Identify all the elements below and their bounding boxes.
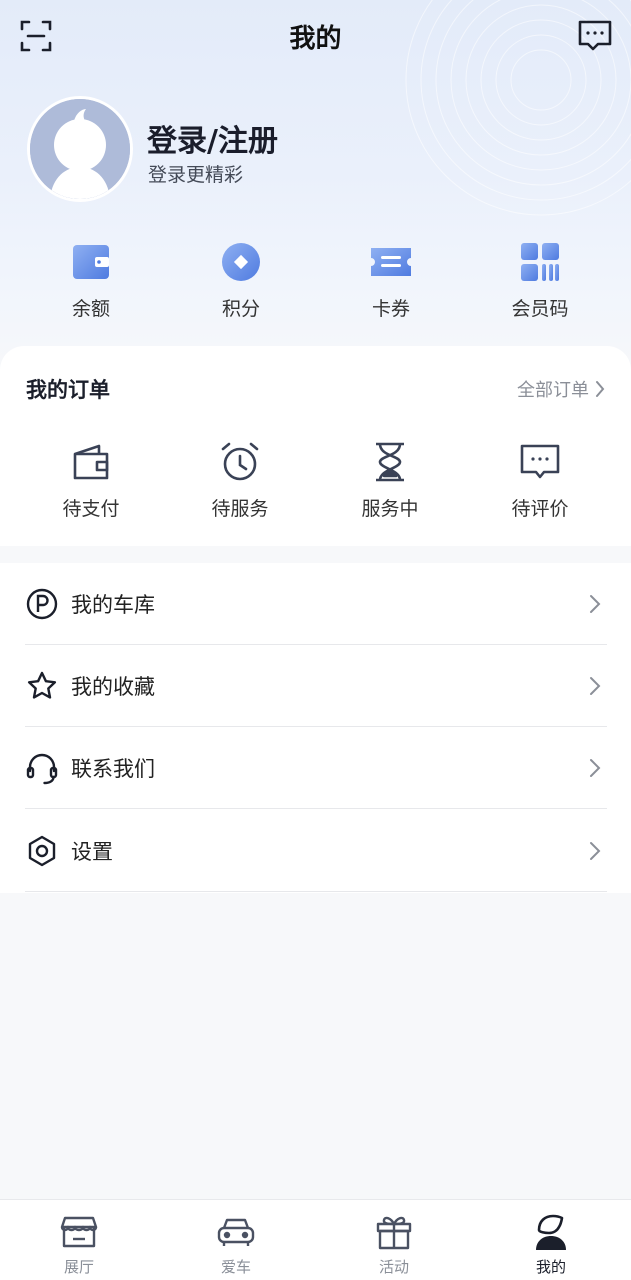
asset-label: 会员码 (511, 298, 569, 320)
chevron-right-icon (590, 676, 601, 695)
bottom-tab-bar: 展厅 爱车 活动 我的 (0, 1199, 631, 1280)
wallet-icon (69, 240, 113, 284)
wallet-outline-icon (69, 440, 113, 484)
login-register-link[interactable]: 登录/注册 (147, 116, 278, 160)
tab-label: 爱车 (220, 1258, 251, 1276)
comment-icon (518, 440, 562, 484)
menu-item-contact[interactable]: 联系我们 (25, 727, 607, 809)
order-pending-service[interactable]: 待服务 (175, 440, 305, 521)
chevron-right-icon (590, 841, 601, 860)
tab-mine[interactable]: 我的 (501, 1212, 601, 1277)
order-pending-review[interactable]: 待评价 (475, 440, 605, 521)
order-label: 待评价 (511, 498, 569, 520)
menu-item-favorites[interactable]: 我的收藏 (25, 645, 607, 727)
points-coin-icon (219, 240, 263, 284)
tab-label: 展厅 (63, 1258, 94, 1276)
star-icon (25, 669, 59, 703)
alarm-clock-icon (218, 440, 262, 484)
menu-item-label: 联系我们 (71, 756, 155, 781)
chevron-right-icon (596, 381, 605, 397)
hexagon-settings-icon (25, 834, 59, 868)
order-pending-payment[interactable]: 待支付 (26, 440, 156, 521)
avatar-placeholder-icon[interactable] (27, 96, 133, 202)
order-label: 待服务 (211, 498, 269, 520)
gift-icon (374, 1212, 414, 1252)
all-orders-label: 全部订单 (517, 380, 589, 401)
asset-label: 卡券 (371, 298, 410, 320)
asset-label: 积分 (221, 298, 260, 320)
chevron-right-icon (590, 758, 601, 777)
all-orders-link[interactable]: 全部订单 (517, 376, 605, 402)
tab-my-car[interactable]: 爱车 (186, 1212, 286, 1277)
asset-points[interactable]: 积分 (181, 240, 301, 321)
login-subtitle: 登录更精彩 (148, 164, 244, 186)
order-label: 服务中 (361, 498, 419, 520)
order-label: 待支付 (62, 498, 120, 520)
showroom-icon (59, 1212, 99, 1252)
menu-item-label: 我的车库 (71, 592, 155, 617)
asset-coupons[interactable]: 卡券 (331, 240, 451, 321)
menu-item-label: 我的收藏 (71, 674, 155, 699)
car-icon (216, 1212, 256, 1252)
top-bar: 我的 (0, 0, 631, 72)
parking-icon (25, 587, 59, 621)
orders-card: 我的订单 全部订单 待支付 待服务 服务中 待评价 (0, 346, 631, 546)
tab-activities[interactable]: 活动 (344, 1212, 444, 1277)
headset-icon (25, 751, 59, 785)
menu-list: 我的车库 我的收藏 联系我们 设置 (0, 563, 631, 893)
tab-showroom[interactable]: 展厅 (29, 1212, 129, 1277)
page-title: 我的 (289, 24, 342, 54)
asset-balance[interactable]: 余额 (31, 240, 151, 321)
coupon-icon (369, 240, 413, 284)
chevron-right-icon (590, 594, 601, 613)
tab-label: 我的 (535, 1258, 566, 1276)
asset-member-code[interactable]: 会员码 (480, 240, 600, 321)
member-code-icon (518, 240, 562, 284)
orders-title: 我的订单 (26, 378, 110, 402)
menu-item-garage[interactable]: 我的车库 (25, 563, 607, 645)
order-in-service[interactable]: 服务中 (325, 440, 455, 521)
menu-item-label: 设置 (71, 839, 113, 864)
asset-label: 余额 (71, 298, 110, 320)
profile-icon (531, 1212, 571, 1252)
message-icon[interactable] (576, 18, 614, 54)
hourglass-icon (368, 440, 412, 484)
tab-label: 活动 (378, 1258, 409, 1276)
menu-item-settings[interactable]: 设置 (25, 810, 607, 892)
